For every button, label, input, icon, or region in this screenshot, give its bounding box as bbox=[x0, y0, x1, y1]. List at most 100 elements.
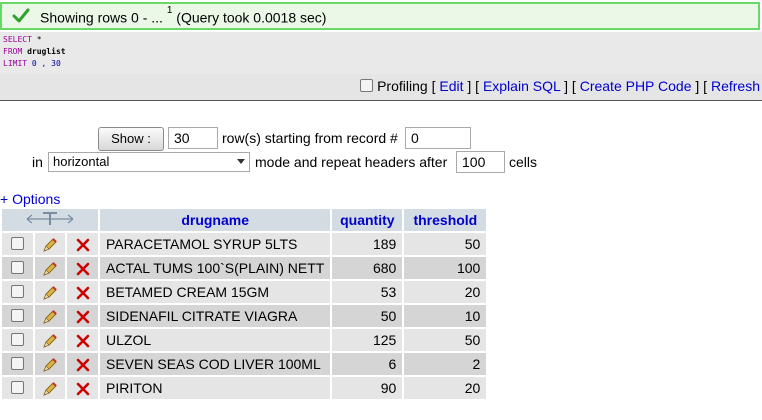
delete-x-icon[interactable] bbox=[76, 262, 90, 276]
pencil-icon[interactable] bbox=[42, 333, 58, 349]
row-checkbox-cell[interactable] bbox=[2, 305, 33, 327]
edit-row-cell[interactable] bbox=[34, 281, 66, 303]
chevron-down-icon bbox=[237, 159, 245, 164]
delete-x-icon[interactable] bbox=[76, 358, 90, 372]
delete-row-cell[interactable] bbox=[67, 233, 98, 255]
sql-line-limit: LIMIT 0 , 30 bbox=[3, 59, 61, 68]
cell-drugname: SIDENAFIL CITRATE VIAGRA bbox=[100, 305, 331, 327]
delete-x-icon[interactable] bbox=[76, 238, 90, 252]
repeat-headers-input[interactable]: 100 bbox=[456, 151, 505, 173]
column-arrows-icon bbox=[26, 211, 74, 225]
edit-link[interactable]: Edit bbox=[439, 78, 463, 94]
rows-count-input[interactable]: 30 bbox=[168, 127, 218, 149]
table-row: SEVEN SEAS COD LIVER 100ML 6 2 bbox=[2, 353, 487, 375]
pencil-icon[interactable] bbox=[42, 285, 58, 301]
column-resize-handle[interactable] bbox=[2, 209, 98, 231]
cell-threshold: 50 bbox=[404, 233, 487, 255]
column-header-threshold[interactable]: threshold bbox=[404, 209, 487, 231]
cell-drugname: BETAMED CREAM 15GM bbox=[100, 281, 331, 303]
delete-row-cell[interactable] bbox=[67, 281, 98, 303]
row-checkbox-cell[interactable] bbox=[2, 233, 33, 255]
mode-label: mode and repeat headers after bbox=[255, 154, 448, 170]
cell-quantity: 90 bbox=[332, 377, 403, 399]
cell-drugname: SEVEN SEAS COD LIVER 100ML bbox=[100, 353, 331, 375]
delete-x-icon[interactable] bbox=[76, 334, 90, 348]
pencil-icon[interactable] bbox=[42, 261, 58, 277]
table-row: BETAMED CREAM 15GM 53 20 bbox=[2, 281, 487, 303]
start-record-input[interactable]: 0 bbox=[405, 127, 471, 149]
cell-threshold: 2 bbox=[404, 353, 487, 375]
create-php-code-link[interactable]: Create PHP Code bbox=[580, 78, 692, 94]
cell-quantity: 53 bbox=[332, 281, 403, 303]
status-text: Showing rows 0 - ... 1 (Query took 0.001… bbox=[40, 5, 327, 26]
cell-threshold: 20 bbox=[404, 377, 487, 399]
delete-row-cell[interactable] bbox=[67, 329, 98, 351]
edit-row-cell[interactable] bbox=[34, 329, 66, 351]
cells-label: cells bbox=[509, 154, 538, 170]
row-checkbox-cell[interactable] bbox=[2, 257, 33, 279]
pencil-icon[interactable] bbox=[42, 309, 58, 325]
row-checkbox-cell[interactable] bbox=[2, 353, 33, 375]
row-select-checkbox[interactable] bbox=[10, 237, 24, 250]
row-select-checkbox[interactable] bbox=[10, 357, 24, 370]
row-checkbox-cell[interactable] bbox=[2, 329, 33, 351]
in-label: in bbox=[32, 154, 43, 170]
display-mode-select[interactable]: horizontal bbox=[48, 152, 250, 172]
edit-row-cell[interactable] bbox=[34, 377, 66, 399]
pencil-icon[interactable] bbox=[42, 381, 58, 397]
row-select-checkbox[interactable] bbox=[10, 333, 24, 346]
navigation-form: Show : 30 row(s) starting from record # … bbox=[0, 125, 762, 185]
query-tools-bar: Profiling [ Edit ] [ Explain SQL ] [ Cre… bbox=[0, 74, 762, 101]
table-row: ACTAL TUMS 100`S(PLAIN) NETT 680 100 bbox=[2, 257, 487, 279]
cell-threshold: 10 bbox=[404, 305, 487, 327]
cell-quantity: 50 bbox=[332, 305, 403, 327]
sql-line-select: SELECT * bbox=[3, 35, 42, 44]
query-success-message: Showing rows 0 - ... 1 (Query took 0.001… bbox=[0, 2, 760, 30]
pencil-icon[interactable] bbox=[42, 237, 58, 253]
options-toggle[interactable]: + Options bbox=[0, 191, 60, 207]
table-row: PIRITON 90 20 bbox=[2, 377, 487, 399]
delete-row-cell[interactable] bbox=[67, 257, 98, 279]
edit-row-cell[interactable] bbox=[34, 305, 66, 327]
profiling-checkbox[interactable] bbox=[360, 79, 374, 92]
results-table: drugname quantity threshold PARACETAMOL … bbox=[0, 207, 488, 401]
cell-quantity: 6 bbox=[332, 353, 403, 375]
cell-drugname: PARACETAMOL SYRUP 5LTS bbox=[100, 233, 331, 255]
refresh-link[interactable]: Refresh bbox=[711, 78, 760, 94]
delete-x-icon[interactable] bbox=[76, 310, 90, 324]
pencil-icon[interactable] bbox=[42, 357, 58, 373]
delete-row-cell[interactable] bbox=[67, 353, 98, 375]
table-row: SIDENAFIL CITRATE VIAGRA 50 10 bbox=[2, 305, 487, 327]
profiling-label: Profiling bbox=[377, 78, 428, 94]
row-select-checkbox[interactable] bbox=[10, 309, 24, 322]
delete-row-cell[interactable] bbox=[67, 377, 98, 399]
checkmark-icon bbox=[12, 8, 30, 23]
row-checkbox-cell[interactable] bbox=[2, 377, 33, 399]
rows-label: row(s) starting from record # bbox=[222, 130, 398, 146]
edit-row-cell[interactable] bbox=[34, 353, 66, 375]
cell-quantity: 125 bbox=[332, 329, 403, 351]
options-link[interactable]: + Options bbox=[0, 191, 60, 207]
delete-x-icon[interactable] bbox=[76, 286, 90, 300]
cell-drugname: ULZOL bbox=[100, 329, 331, 351]
column-header-drugname[interactable]: drugname bbox=[100, 209, 331, 231]
sql-query-display: SELECT * FROM druglist LIMIT 0 , 30 bbox=[0, 32, 762, 74]
sql-line-from: FROM druglist bbox=[3, 47, 66, 56]
row-checkbox-cell[interactable] bbox=[2, 281, 33, 303]
column-header-quantity[interactable]: quantity bbox=[332, 209, 403, 231]
delete-x-icon[interactable] bbox=[76, 382, 90, 396]
row-select-checkbox[interactable] bbox=[10, 261, 24, 274]
edit-row-cell[interactable] bbox=[34, 257, 66, 279]
cell-quantity: 680 bbox=[332, 257, 403, 279]
table-row: PARACETAMOL SYRUP 5LTS 189 50 bbox=[2, 233, 487, 255]
show-button[interactable]: Show : bbox=[98, 127, 164, 151]
table-header-row: drugname quantity threshold bbox=[2, 209, 487, 231]
delete-row-cell[interactable] bbox=[67, 305, 98, 327]
edit-row-cell[interactable] bbox=[34, 233, 66, 255]
explain-sql-link[interactable]: Explain SQL bbox=[483, 78, 560, 94]
row-select-checkbox[interactable] bbox=[10, 285, 24, 298]
cell-quantity: 189 bbox=[332, 233, 403, 255]
row-select-checkbox[interactable] bbox=[10, 381, 24, 394]
cell-threshold: 50 bbox=[404, 329, 487, 351]
cell-threshold: 100 bbox=[404, 257, 487, 279]
